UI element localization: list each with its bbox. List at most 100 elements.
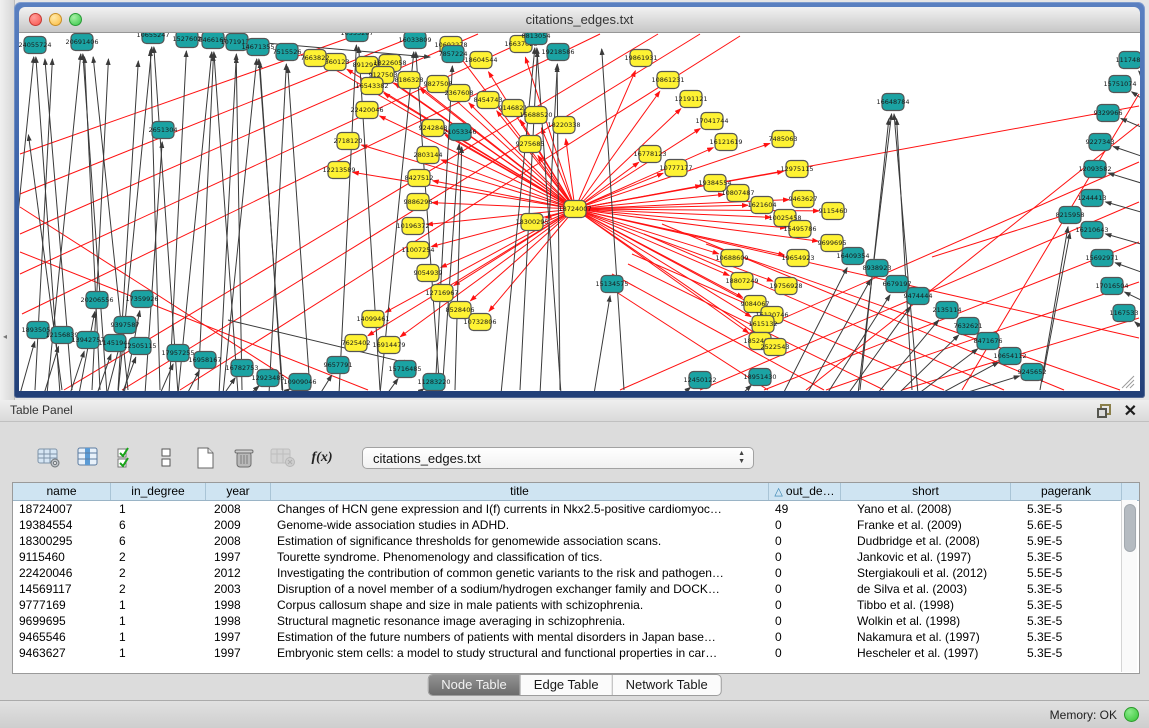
table-cell[interactable]: 6 — [111, 517, 206, 533]
network-edge[interactable] — [454, 209, 575, 286]
network-node[interactable]: 12450122 — [683, 372, 716, 389]
table-cell[interactable]: 5.3E-5 — [1011, 549, 1122, 565]
table-cell[interactable]: 49 — [769, 501, 841, 517]
network-graph[interactable]: 8860123891295518226058912750381863281654… — [19, 33, 1140, 391]
network-edge[interactable] — [1125, 292, 1140, 300]
table-cell[interactable]: Franke et al. (2009) — [841, 517, 1011, 533]
network-edge[interactable] — [877, 320, 939, 391]
network-edge[interactable] — [575, 209, 773, 281]
table-cell[interactable]: 5.9E-5 — [1011, 533, 1122, 549]
network-node[interactable]: 7485063 — [769, 131, 798, 148]
table-row[interactable]: 977716911998Corpus callosum shape and si… — [13, 597, 1139, 613]
table-row[interactable]: 1456911722003Disruption of a novel membe… — [13, 581, 1139, 597]
network-node[interactable]: 19654923 — [781, 250, 814, 267]
table-cell[interactable]: Estimation of significance thresholds fo… — [271, 533, 769, 549]
table-cell[interactable]: 1997 — [206, 629, 271, 645]
network-node[interactable]: 10553287 — [340, 33, 373, 42]
table-cell[interactable]: 1 — [111, 629, 206, 645]
row-height-icon[interactable] — [153, 446, 179, 470]
network-node[interactable]: 9886296 — [404, 194, 433, 211]
network-edge[interactable] — [575, 205, 748, 209]
network-edge[interactable] — [187, 371, 199, 391]
table-cell[interactable]: Hescheler et al. (1997) — [841, 645, 1011, 661]
network-edge[interactable] — [353, 172, 575, 209]
table-row[interactable]: 1938455462009Genome-wide association stu… — [13, 517, 1139, 533]
network-node[interactable]: 22420046 — [350, 102, 383, 119]
network-edge[interactable] — [236, 57, 242, 390]
window-resize-grip[interactable] — [1126, 380, 1134, 388]
table-row[interactable]: 969969511998Structural magnetic resonanc… — [13, 613, 1139, 629]
close-window-button[interactable] — [29, 13, 42, 26]
network-node[interactable]: 8938923 — [863, 260, 892, 277]
network-node[interactable]: 15751074 — [1103, 76, 1136, 93]
minimize-window-button[interactable] — [49, 13, 62, 26]
table-cell[interactable]: 1998 — [206, 613, 271, 629]
table-cell[interactable]: Tibbo et al. (1998) — [841, 597, 1011, 613]
table-cell[interactable]: 2 — [111, 581, 206, 597]
network-node[interactable]: 17016504 — [1095, 278, 1128, 295]
network-edge[interactable] — [160, 364, 173, 391]
network-node[interactable]: 9245652 — [1018, 364, 1047, 381]
network-node[interactable]: 18604544 — [464, 52, 497, 69]
table-cell[interactable]: 18724007 — [13, 501, 111, 517]
table-cell[interactable]: Estimation of the future numbers of pati… — [271, 629, 769, 645]
network-edge[interactable] — [932, 216, 1062, 257]
table-cell[interactable]: Disruption of a novel member of a sodium… — [271, 581, 769, 597]
network-edge[interactable] — [1108, 173, 1140, 183]
network-edge[interactable] — [1113, 147, 1140, 156]
table-cell[interactable]: Nakamura et al. (1997) — [841, 629, 1011, 645]
network-node[interactable]: 10196372 — [396, 218, 429, 235]
network-edge[interactable] — [154, 47, 178, 391]
network-edge[interactable] — [575, 209, 1139, 338]
network-node[interactable]: 9329966 — [1094, 105, 1123, 122]
network-edge[interactable] — [442, 144, 459, 391]
network-edge[interactable] — [20, 342, 35, 391]
network-edge[interactable] — [1121, 118, 1140, 127]
network-node[interactable]: 16778123 — [633, 146, 666, 163]
table-cell[interactable]: Dudbridge et al. (2008) — [841, 533, 1011, 549]
network-node[interactable]: 7663822 — [301, 50, 330, 67]
network-node[interactable]: 8471676 — [974, 333, 1003, 350]
network-node[interactable]: 1615132 — [749, 316, 778, 333]
network-node[interactable]: 8186328 — [395, 72, 424, 89]
show-columns-icon[interactable] — [75, 446, 101, 470]
network-edge[interactable] — [897, 119, 912, 390]
network-node[interactable]: 11283220 — [417, 374, 450, 391]
table-cell[interactable]: 2003 — [206, 581, 271, 597]
table-cell[interactable]: 0 — [769, 645, 841, 661]
network-node[interactable]: 15134575 — [595, 276, 628, 293]
network-edge[interactable] — [1135, 322, 1140, 327]
network-node[interactable]: 10777177 — [659, 160, 692, 177]
network-edge[interactable] — [1139, 71, 1140, 74]
network-node[interactable]: 8813054 — [522, 33, 551, 45]
network-edge[interactable] — [898, 335, 959, 391]
network-select-combobox[interactable]: citations_edges.txt ▲▼ — [362, 447, 754, 469]
zoom-window-button[interactable] — [69, 13, 82, 26]
table-cell[interactable]: 5.6E-5 — [1011, 517, 1122, 533]
tab-node-table[interactable]: Node Table — [428, 675, 521, 695]
table-cell[interactable]: 2012 — [206, 565, 271, 581]
column-header-name[interactable]: name — [13, 483, 111, 500]
table-settings-icon[interactable] — [36, 446, 62, 470]
table-cell[interactable]: Corpus callosum shape and size in male p… — [271, 597, 769, 613]
table-cell[interactable]: 5.3E-5 — [1011, 645, 1122, 661]
network-node[interactable]: 8215958 — [1056, 207, 1085, 224]
table-cell[interactable]: 1997 — [206, 645, 271, 661]
table-cell[interactable]: 5.3E-5 — [1011, 597, 1122, 613]
table-cell[interactable]: 0 — [769, 549, 841, 565]
network-node[interactable]: 1527602 — [173, 33, 202, 48]
table-cell[interactable]: 2008 — [206, 501, 271, 517]
network-edge[interactable] — [288, 67, 310, 390]
network-node[interactable]: 12191121 — [674, 91, 707, 108]
network-node[interactable]: 9227343 — [1086, 134, 1115, 151]
table-cell[interactable]: 2 — [111, 565, 206, 581]
table-cell[interactable]: 0 — [769, 565, 841, 581]
table-row[interactable]: 946554611997Estimation of the future num… — [13, 629, 1139, 645]
table-cell[interactable]: 18300295 — [13, 533, 111, 549]
table-cell[interactable]: 5.3E-5 — [1011, 629, 1122, 645]
network-edge[interactable] — [575, 109, 681, 209]
network-node[interactable]: 1621604 — [748, 197, 777, 214]
network-node[interactable]: 1244413 — [1078, 190, 1107, 207]
table-cell[interactable]: 1 — [111, 597, 206, 613]
table-cell[interactable]: 0 — [769, 581, 841, 597]
